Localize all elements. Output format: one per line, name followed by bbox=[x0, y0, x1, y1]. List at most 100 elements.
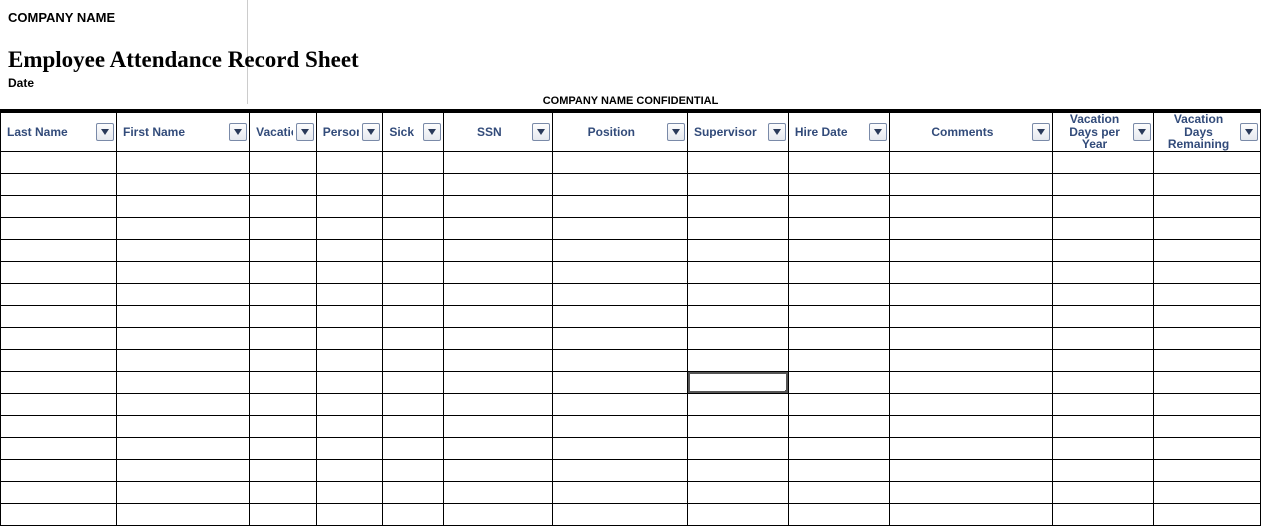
filter-dropdown-personal[interactable] bbox=[362, 123, 380, 141]
cell[interactable] bbox=[889, 239, 1052, 261]
cell[interactable] bbox=[1, 349, 117, 371]
cell[interactable] bbox=[1, 195, 117, 217]
cell[interactable] bbox=[889, 173, 1052, 195]
cell[interactable] bbox=[383, 261, 444, 283]
cell[interactable] bbox=[250, 173, 317, 195]
cell[interactable] bbox=[1, 371, 117, 393]
cell[interactable] bbox=[1053, 481, 1154, 503]
cell[interactable] bbox=[1053, 371, 1154, 393]
cell[interactable] bbox=[788, 503, 889, 525]
cell[interactable] bbox=[443, 459, 552, 481]
cell[interactable] bbox=[117, 503, 250, 525]
cell[interactable] bbox=[687, 459, 788, 481]
cell[interactable] bbox=[443, 371, 552, 393]
cell[interactable] bbox=[1053, 283, 1154, 305]
cell[interactable] bbox=[1053, 173, 1154, 195]
cell[interactable] bbox=[117, 239, 250, 261]
cell[interactable] bbox=[889, 459, 1052, 481]
cell[interactable] bbox=[552, 305, 687, 327]
cell[interactable] bbox=[788, 393, 889, 415]
cell[interactable] bbox=[788, 217, 889, 239]
cell[interactable] bbox=[552, 393, 687, 415]
cell[interactable] bbox=[316, 503, 383, 525]
cell[interactable] bbox=[117, 437, 250, 459]
cell[interactable] bbox=[1, 151, 117, 173]
filter-dropdown-sick[interactable] bbox=[423, 123, 441, 141]
cell[interactable] bbox=[1, 283, 117, 305]
cell[interactable] bbox=[1053, 151, 1154, 173]
cell[interactable] bbox=[1, 415, 117, 437]
cell[interactable] bbox=[1153, 261, 1260, 283]
cell[interactable] bbox=[316, 481, 383, 503]
cell[interactable] bbox=[383, 459, 444, 481]
cell[interactable] bbox=[443, 195, 552, 217]
cell[interactable] bbox=[443, 327, 552, 349]
cell[interactable] bbox=[1, 503, 117, 525]
filter-dropdown-supervisor[interactable] bbox=[768, 123, 786, 141]
cell[interactable] bbox=[383, 195, 444, 217]
cell[interactable] bbox=[552, 217, 687, 239]
cell[interactable] bbox=[788, 415, 889, 437]
cell[interactable] bbox=[1153, 239, 1260, 261]
cell[interactable] bbox=[552, 371, 687, 393]
cell[interactable] bbox=[788, 173, 889, 195]
cell[interactable] bbox=[1053, 195, 1154, 217]
filter-dropdown-vacation[interactable] bbox=[296, 123, 314, 141]
cell[interactable] bbox=[1153, 195, 1260, 217]
cell[interactable] bbox=[117, 393, 250, 415]
cell[interactable] bbox=[889, 305, 1052, 327]
cell[interactable] bbox=[687, 437, 788, 459]
cell[interactable] bbox=[117, 349, 250, 371]
cell[interactable] bbox=[1153, 481, 1260, 503]
cell[interactable] bbox=[383, 173, 444, 195]
cell[interactable] bbox=[1053, 261, 1154, 283]
cell[interactable] bbox=[687, 239, 788, 261]
cell[interactable] bbox=[687, 151, 788, 173]
cell[interactable] bbox=[788, 327, 889, 349]
cell[interactable] bbox=[443, 437, 552, 459]
cell[interactable] bbox=[788, 437, 889, 459]
cell[interactable] bbox=[1153, 283, 1260, 305]
cell[interactable] bbox=[552, 239, 687, 261]
cell[interactable] bbox=[687, 195, 788, 217]
cell[interactable] bbox=[889, 349, 1052, 371]
cell[interactable] bbox=[443, 415, 552, 437]
cell[interactable] bbox=[1153, 173, 1260, 195]
cell[interactable] bbox=[788, 459, 889, 481]
cell[interactable] bbox=[250, 437, 317, 459]
cell[interactable] bbox=[117, 261, 250, 283]
cell[interactable] bbox=[1, 217, 117, 239]
cell[interactable] bbox=[889, 393, 1052, 415]
cell[interactable] bbox=[250, 459, 317, 481]
cell[interactable] bbox=[1153, 459, 1260, 481]
filter-dropdown-ssn[interactable] bbox=[532, 123, 550, 141]
cell[interactable] bbox=[250, 195, 317, 217]
cell[interactable] bbox=[250, 283, 317, 305]
cell[interactable] bbox=[889, 195, 1052, 217]
cell[interactable] bbox=[1053, 239, 1154, 261]
cell[interactable] bbox=[383, 393, 444, 415]
cell[interactable] bbox=[1053, 437, 1154, 459]
cell[interactable] bbox=[687, 173, 788, 195]
cell[interactable] bbox=[788, 239, 889, 261]
cell[interactable] bbox=[687, 481, 788, 503]
cell[interactable] bbox=[250, 217, 317, 239]
cell[interactable] bbox=[552, 151, 687, 173]
cell[interactable] bbox=[443, 283, 552, 305]
cell[interactable] bbox=[443, 393, 552, 415]
cell[interactable] bbox=[250, 393, 317, 415]
cell[interactable] bbox=[687, 393, 788, 415]
cell[interactable] bbox=[316, 393, 383, 415]
cell[interactable] bbox=[687, 371, 788, 393]
cell[interactable] bbox=[788, 349, 889, 371]
cell[interactable] bbox=[316, 305, 383, 327]
cell[interactable] bbox=[117, 481, 250, 503]
cell[interactable] bbox=[552, 283, 687, 305]
cell[interactable] bbox=[552, 349, 687, 371]
cell[interactable] bbox=[1053, 305, 1154, 327]
cell[interactable] bbox=[687, 217, 788, 239]
cell[interactable] bbox=[316, 459, 383, 481]
cell[interactable] bbox=[443, 173, 552, 195]
cell[interactable] bbox=[383, 239, 444, 261]
cell[interactable] bbox=[250, 371, 317, 393]
